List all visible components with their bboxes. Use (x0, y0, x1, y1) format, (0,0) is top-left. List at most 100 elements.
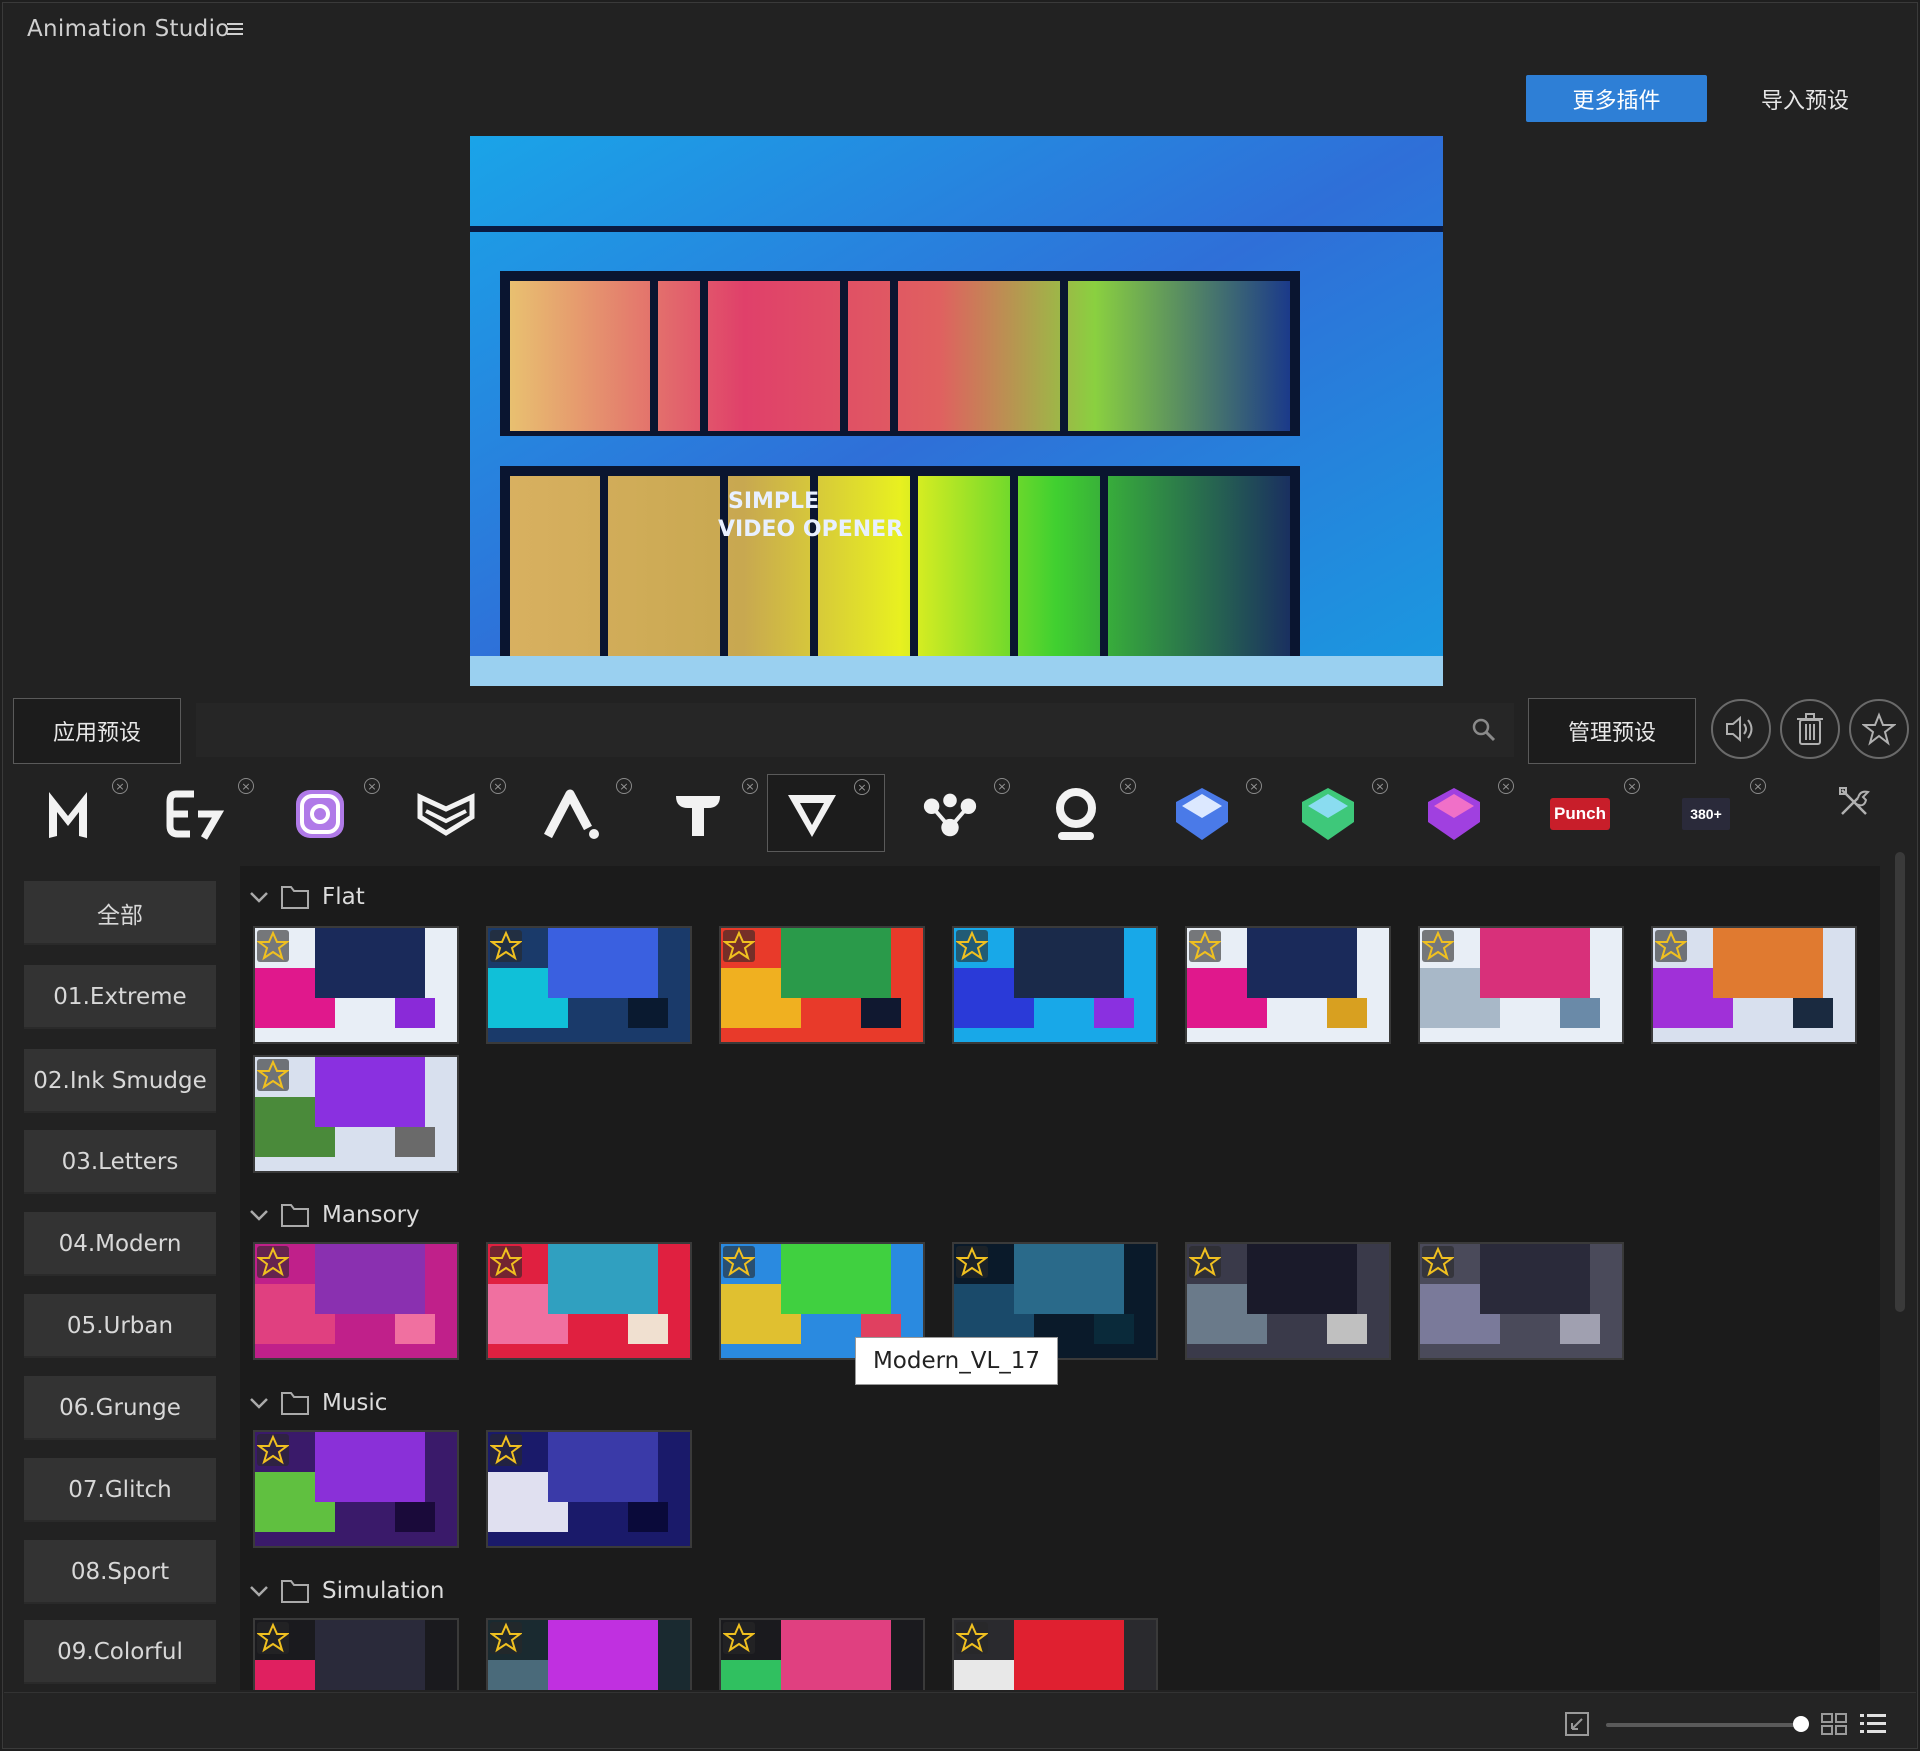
star-icon[interactable] (956, 1246, 988, 1278)
plugin-tab-t[interactable]: × (654, 774, 772, 852)
fit-size-icon[interactable] (1564, 1711, 1590, 1737)
group-header[interactable]: Music (248, 1386, 387, 1420)
preset-thumbnail[interactable] (253, 1618, 459, 1690)
preset-thumbnail[interactable] (1651, 926, 1857, 1044)
preset-thumbnail[interactable] (1418, 1242, 1624, 1360)
remove-plugin-icon[interactable]: × (1624, 778, 1640, 794)
star-icon[interactable] (490, 1246, 522, 1278)
preset-thumbnail[interactable] (486, 1430, 692, 1548)
plugin-tab-nodes[interactable]: × (906, 774, 1024, 852)
search-icon[interactable] (1470, 716, 1498, 744)
preset-thumbnail[interactable] (1418, 926, 1624, 1044)
plugin-tab-blue-cube[interactable]: × (1158, 774, 1276, 852)
star-icon[interactable] (956, 1622, 988, 1654)
preset-thumbnail[interactable] (486, 926, 692, 1044)
category-glitch[interactable]: 07.Glitch (24, 1458, 216, 1522)
star-icon[interactable] (723, 930, 755, 962)
remove-plugin-icon[interactable]: × (1750, 778, 1766, 794)
tools-icon[interactable] (1838, 786, 1870, 818)
manage-presets-button[interactable]: 管理预设 (1528, 698, 1696, 764)
plugin-tab-m[interactable]: × (24, 774, 142, 852)
category-all[interactable]: 全部 (24, 881, 216, 945)
preset-thumbnail[interactable] (1185, 1242, 1391, 1360)
plugin-tab-v[interactable]: × (767, 774, 885, 852)
group-header[interactable]: Flat (248, 880, 365, 914)
plugin-tab-punch[interactable]: Punch × (1536, 774, 1654, 852)
thumbnail-size-slider[interactable] (1606, 1723, 1802, 1727)
group-header[interactable]: Mansory (248, 1198, 420, 1232)
category-grunge[interactable]: 06.Grunge (24, 1376, 216, 1440)
star-icon[interactable] (1189, 1246, 1221, 1278)
chevron-down-icon[interactable] (248, 1580, 270, 1602)
plugin-tab-o[interactable]: × (1032, 774, 1150, 852)
plugin-tab-layers[interactable]: × (402, 774, 520, 852)
list-view-icon[interactable] (1858, 1711, 1888, 1737)
plugin-tab-e[interactable]: × (150, 774, 268, 852)
remove-plugin-icon[interactable]: × (1120, 778, 1136, 794)
import-presets-button[interactable]: 导入预设 (1740, 75, 1870, 122)
chevron-down-icon[interactable] (248, 1392, 270, 1414)
chevron-down-icon[interactable] (248, 886, 270, 908)
star-icon[interactable] (257, 1059, 289, 1091)
star-icon[interactable] (723, 1246, 755, 1278)
category-letters[interactable]: 03.Letters (24, 1130, 216, 1194)
remove-plugin-icon[interactable]: × (490, 778, 506, 794)
category-ink-smudge[interactable]: 02.Ink Smudge (24, 1049, 216, 1113)
remove-plugin-icon[interactable]: × (854, 779, 870, 795)
preset-thumbnail[interactable] (253, 926, 459, 1044)
remove-plugin-icon[interactable]: × (112, 778, 128, 794)
plugin-tab-camera[interactable]: × (276, 774, 394, 852)
star-icon[interactable] (723, 1622, 755, 1654)
plugin-tab-transitions[interactable]: 380+ × (1662, 774, 1780, 852)
plugin-tab-pink-cube[interactable]: × (1410, 774, 1528, 852)
remove-plugin-icon[interactable]: × (616, 778, 632, 794)
category-extreme[interactable]: 01.Extreme (24, 965, 216, 1029)
grid-view-icon[interactable] (1820, 1712, 1848, 1736)
star-icon[interactable] (257, 1622, 289, 1654)
remove-plugin-icon[interactable]: × (1498, 778, 1514, 794)
preset-thumbnail[interactable] (253, 1430, 459, 1548)
remove-plugin-icon[interactable]: × (238, 778, 254, 794)
star-icon[interactable] (490, 1434, 522, 1466)
star-icon[interactable] (1422, 1246, 1454, 1278)
star-icon[interactable] (257, 930, 289, 962)
plugin-tab-green-cube[interactable]: × (1284, 774, 1402, 852)
star-icon[interactable] (257, 1246, 289, 1278)
remove-plugin-icon[interactable]: × (994, 778, 1010, 794)
category-modern[interactable]: 04.Modern (24, 1212, 216, 1276)
category-urban[interactable]: 05.Urban (24, 1294, 216, 1358)
sound-button[interactable] (1711, 699, 1771, 759)
preset-thumbnail[interactable] (1185, 926, 1391, 1044)
preset-thumbnail[interactable] (952, 926, 1158, 1044)
preset-thumbnail[interactable] (486, 1242, 692, 1360)
category-sport[interactable]: 08.Sport (24, 1540, 216, 1604)
delete-button[interactable] (1780, 699, 1840, 759)
star-icon[interactable] (1655, 930, 1687, 962)
chevron-down-icon[interactable] (248, 1204, 270, 1226)
remove-plugin-icon[interactable]: × (1372, 778, 1388, 794)
category-colorful[interactable]: 09.Colorful (24, 1620, 216, 1684)
remove-plugin-icon[interactable]: × (742, 778, 758, 794)
more-plugins-button[interactable]: 更多插件 (1526, 75, 1707, 122)
group-header[interactable]: Simulation (248, 1574, 445, 1608)
preset-thumbnail[interactable] (719, 1618, 925, 1690)
search-input[interactable] (196, 703, 1514, 757)
remove-plugin-icon[interactable]: × (364, 778, 380, 794)
preset-thumbnail[interactable] (952, 1618, 1158, 1690)
favorite-button[interactable] (1849, 699, 1909, 759)
plugin-tab-a[interactable]: × (528, 774, 646, 852)
star-icon[interactable] (257, 1434, 289, 1466)
preset-thumbnail[interactable] (486, 1618, 692, 1690)
star-icon[interactable] (956, 930, 988, 962)
remove-plugin-icon[interactable]: × (1246, 778, 1262, 794)
apply-preset-button[interactable]: 应用预设 (13, 698, 181, 764)
preset-thumbnail[interactable] (719, 926, 925, 1044)
star-icon[interactable] (1189, 930, 1221, 962)
star-icon[interactable] (1422, 930, 1454, 962)
content-scrollbar[interactable] (1895, 852, 1905, 1312)
star-icon[interactable] (490, 1622, 522, 1654)
hamburger-menu-icon[interactable] (224, 19, 246, 39)
preset-thumbnail[interactable] (253, 1055, 459, 1173)
preset-thumbnail[interactable] (253, 1242, 459, 1360)
slider-handle[interactable] (1793, 1716, 1809, 1732)
